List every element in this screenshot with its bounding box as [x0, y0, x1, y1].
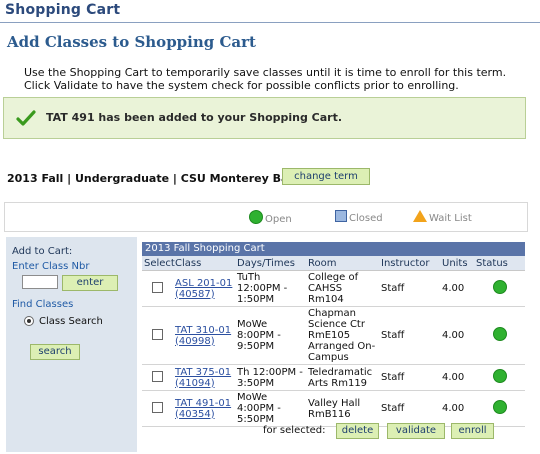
success-message-box: TAT 491 has been added to your Shopping …	[3, 97, 526, 139]
select-checkbox[interactable]	[152, 328, 163, 340]
room-cell: Teledramatic Arts Rm119	[306, 364, 379, 391]
open-status-icon	[492, 369, 507, 383]
col-header-status: Status	[474, 256, 525, 271]
term-label: 2013 Fall | Undergraduate | CSU Monterey…	[7, 172, 296, 185]
class-search-radio[interactable]	[24, 316, 34, 326]
select-checkbox[interactable]	[152, 370, 163, 382]
table-row: TAT 491-01 (40354) MoWe 4:00PM - 5:50PM …	[142, 390, 525, 427]
class-link[interactable]: ASL 201-01 (40587)	[175, 278, 232, 300]
open-status-icon	[249, 210, 263, 224]
instructor-cell: Staff	[379, 364, 440, 391]
instructions-line-1: Use the Shopping Cart to temporarily sav…	[24, 66, 507, 79]
cart-grid: Select Class Days/Times Room Instructor …	[142, 256, 525, 427]
change-term-button[interactable]: change term	[282, 168, 370, 185]
legend-closed-label: Closed	[349, 213, 383, 224]
for-selected-label: for selected:	[263, 425, 326, 436]
find-classes-label: Find Classes	[12, 299, 74, 310]
legend-closed: Closed	[335, 210, 383, 224]
days-times-cell: MoWe 8:00PM - 9:50PM	[235, 306, 306, 365]
legend-open: Open	[249, 210, 292, 225]
col-header-room: Room	[306, 256, 379, 271]
class-search-label: Class Search	[39, 316, 103, 327]
col-header-class: Class	[173, 256, 235, 271]
cart-header-row: Select Class Days/Times Room Instructor …	[142, 256, 525, 271]
room-cell: Valley Hall RmB116	[306, 390, 379, 427]
enroll-button[interactable]: enroll	[451, 423, 494, 439]
cart-title: 2013 Fall Shopping Cart	[142, 242, 525, 256]
units-cell: 4.00	[440, 390, 474, 427]
open-status-icon	[492, 400, 507, 414]
instructions-line-2: Click Validate to have the system check …	[24, 79, 459, 92]
enter-button[interactable]: enter	[62, 275, 118, 291]
closed-status-icon	[335, 210, 347, 222]
checkmark-icon	[16, 110, 36, 126]
delete-button[interactable]: delete	[336, 423, 379, 439]
legend-open-label: Open	[265, 214, 292, 225]
col-header-units: Units	[440, 256, 474, 271]
instructor-cell: Staff	[379, 270, 440, 307]
units-cell: 4.00	[440, 364, 474, 391]
legend-wait-list: Wait List	[413, 210, 472, 224]
col-header-instructor: Instructor	[379, 256, 440, 271]
shopping-cart-table: 2013 Fall Shopping Cart Select Class Day…	[142, 242, 525, 427]
table-row: ASL 201-01 (40587) TuTh 12:00PM - 1:50PM…	[142, 270, 525, 307]
search-button[interactable]: search	[30, 344, 80, 360]
table-row: TAT 310-01 (40998) MoWe 8:00PM - 9:50PM …	[142, 306, 525, 365]
page-header: Shopping Cart	[0, 0, 540, 24]
success-message: TAT 491 has been added to your Shopping …	[46, 111, 343, 124]
table-row: TAT 375-01 (41094) Th 12:00PM - 3:50PM T…	[142, 364, 525, 391]
days-times-cell: MoWe 4:00PM - 5:50PM	[235, 390, 306, 427]
days-times-cell: Th 12:00PM - 3:50PM	[235, 364, 306, 391]
open-status-icon	[492, 280, 507, 294]
units-cell: 4.00	[440, 270, 474, 307]
instructions: Use the Shopping Cart to temporarily sav…	[24, 66, 524, 92]
open-status-icon	[492, 327, 507, 341]
add-to-cart-heading: Add to Cart:	[12, 246, 73, 257]
units-cell: 4.00	[440, 306, 474, 365]
add-to-cart-panel: Add to Cart: Enter Class Nbr enter Find …	[6, 237, 137, 452]
select-checkbox[interactable]	[152, 281, 163, 293]
page-title: Add Classes to Shopping Cart	[7, 33, 256, 51]
validate-button[interactable]: validate	[387, 423, 445, 439]
select-checkbox[interactable]	[152, 401, 163, 413]
class-nbr-input[interactable]	[22, 275, 58, 289]
header-divider	[0, 22, 540, 23]
status-legend: Open Closed Wait List	[4, 202, 528, 232]
col-header-select: Select	[142, 256, 175, 271]
instructor-cell: Staff	[379, 306, 440, 365]
room-cell: College of CAHSS Rm104	[306, 270, 379, 307]
days-times-cell: TuTh 12:00PM - 1:50PM	[235, 270, 306, 307]
legend-wait-list-label: Wait List	[429, 213, 472, 224]
room-cell: Chapman Science Ctr RmE105 Arranged On-C…	[306, 306, 379, 365]
class-link[interactable]: TAT 310-01 (40998)	[175, 325, 231, 347]
enter-class-nbr-label: Enter Class Nbr	[12, 261, 90, 272]
class-link[interactable]: TAT 375-01 (41094)	[175, 367, 231, 389]
class-link[interactable]: TAT 491-01 (40354)	[175, 398, 231, 420]
col-header-days-times: Days/Times	[235, 256, 306, 271]
wait-list-status-icon	[413, 210, 427, 222]
header-title: Shopping Cart	[5, 2, 121, 18]
instructor-cell: Staff	[379, 390, 440, 427]
